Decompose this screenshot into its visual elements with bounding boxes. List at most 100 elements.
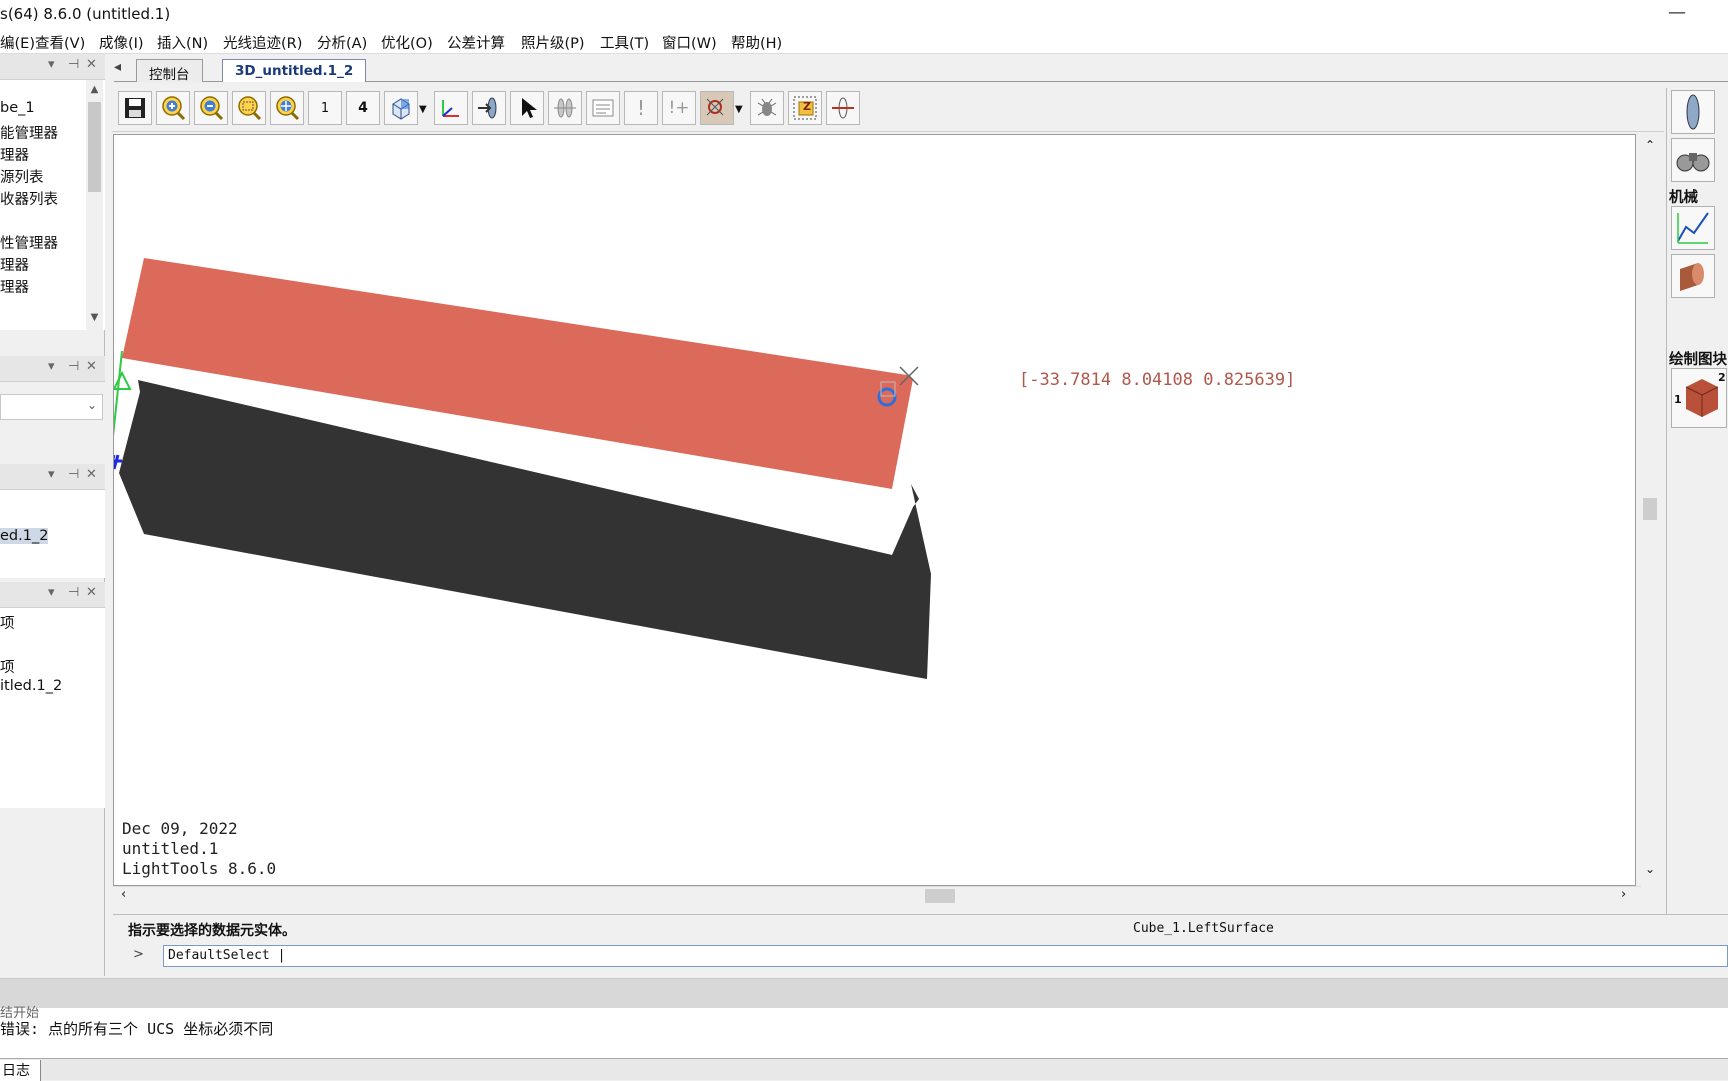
property-dropdown[interactable]: ⌄ — [0, 394, 103, 420]
menu-tolerance[interactable]: 公差计算 — [447, 32, 505, 53]
menu-imaging[interactable]: 成像(I) — [99, 32, 144, 53]
tab-scroll-left-icon[interactable]: ◂ — [114, 59, 121, 75]
chevron-down-icon: ⌄ — [86, 398, 97, 412]
probe-icon[interactable] — [826, 91, 860, 125]
viewport-vertical-scrollbar[interactable]: ⌃ ⌄ — [1641, 134, 1659, 886]
menu-help[interactable]: 帮助(H) — [731, 32, 782, 53]
zoom-z-icon[interactable]: Z — [788, 91, 822, 125]
axis-y-arrow — [114, 370, 132, 390]
close-icon[interactable]: ✕ — [86, 359, 97, 374]
zoom-in-icon[interactable] — [156, 91, 190, 125]
info-date: Dec 09, 2022 — [122, 819, 238, 838]
scroll-right-icon[interactable]: › — [1621, 887, 1626, 902]
pane-menu-icon[interactable]: ▾ — [48, 57, 55, 72]
close-icon[interactable]: ✕ — [86, 585, 97, 600]
menu-photoreal[interactable]: 照片级(P) — [521, 32, 585, 53]
pin-icon[interactable]: ⊣ — [68, 57, 79, 72]
3d-viewport[interactable]: [-33.7814 8.04108 0.825639] Dec 09, 2022… — [113, 134, 1636, 886]
quad-view-button[interactable]: 4 — [346, 91, 380, 125]
scroll-up-icon[interactable]: ⌃ — [1641, 138, 1659, 152]
tab-log[interactable]: 日志 — [0, 1060, 41, 1081]
chevron-down-icon[interactable]: ▼ — [735, 104, 743, 115]
menu-raytrace[interactable]: 光线追迹(R) — [223, 32, 302, 53]
system-navigator-header: ▾ ⊣ ✕ — [0, 54, 105, 80]
pane2-body: ⌄ — [0, 382, 105, 468]
tab-console[interactable]: 控制台 — [136, 59, 203, 83]
info-filename: untitled.1 — [122, 839, 219, 858]
exclamation-icon[interactable]: ! — [624, 91, 658, 125]
tab-3d-view[interactable]: 3D_untitled.1_2 — [222, 59, 367, 82]
tree-scrollbar[interactable]: ▲ ▼ — [86, 80, 103, 330]
tree-item[interactable]: 收器列表 — [0, 188, 58, 209]
select-pointer-icon[interactable] — [510, 91, 544, 125]
tree-item[interactable]: 能管理器 — [0, 122, 58, 143]
menu-optimize[interactable]: 优化(O) — [381, 32, 433, 53]
draw-block-cube-icon[interactable]: 1 2 — [1671, 368, 1727, 428]
list-item[interactable]: itled.1_2 — [0, 678, 62, 694]
bug-icon[interactable] — [750, 91, 784, 125]
scroll-down-icon[interactable]: ▼ — [86, 312, 103, 323]
scroll-down-icon[interactable]: ⌄ — [1641, 862, 1659, 876]
coordinate-readout: [-33.7814 8.04108 0.825639] — [1019, 370, 1296, 390]
pin-icon[interactable]: ⊣ — [68, 467, 79, 482]
viewport-info: Dec 09, 2022 untitled.1 LightTools 8.6.0 — [122, 819, 276, 879]
left-dock: ▾ ⊣ ✕ be_1 能管理器 理器 源列表 收器列表 性管理器 理器 理器 ▲… — [0, 54, 105, 976]
axes-icon[interactable] — [434, 91, 468, 125]
close-icon[interactable]: ✕ — [86, 57, 97, 72]
scroll-left-icon[interactable]: ‹ — [121, 887, 126, 902]
scroll-thumb[interactable] — [1643, 498, 1657, 520]
menu-view[interactable]: 查看(V) — [35, 32, 85, 53]
menu-tools[interactable]: 工具(T) — [600, 32, 649, 53]
z-label: Z — [803, 100, 811, 113]
scroll-thumb[interactable] — [88, 102, 101, 192]
pin-icon[interactable]: ⊣ — [68, 585, 79, 600]
list-item[interactable]: 项 — [0, 656, 15, 677]
menu-window[interactable]: 窗口(W) — [662, 32, 717, 53]
list-item[interactable]: 项 — [0, 612, 15, 633]
tree-item[interactable]: 理器 — [0, 144, 29, 165]
menu-bar: 编(E) 查看(V) 成像(I) 插入(N) 光线追迹(R) 分析(A) 优化(… — [0, 30, 1728, 54]
command-input[interactable]: DefaultSelect | — [163, 945, 1728, 967]
minimize-button[interactable]: — — [1668, 2, 1686, 23]
pane-menu-icon[interactable]: ▾ — [48, 359, 55, 374]
zoom-out-icon[interactable] — [194, 91, 228, 125]
tree-item[interactable]: 理器 — [0, 254, 29, 275]
lens-arrow-icon[interactable] — [472, 91, 506, 125]
window-title: s(64) 8.6.0 (untitled.1) — [0, 5, 171, 23]
ray-trace-icon[interactable] — [700, 91, 734, 125]
pane-menu-icon[interactable]: ▾ — [48, 585, 55, 600]
cylinder-icon[interactable] — [1671, 254, 1715, 298]
menu-edit[interactable]: 编(E) — [0, 32, 35, 53]
tree-item[interactable]: 理器 — [0, 276, 29, 297]
viewport-horizontal-scrollbar[interactable]: ‹ › — [113, 886, 1641, 904]
view-item-selected[interactable]: ed.1_2 — [0, 528, 49, 544]
view-cube-icon[interactable] — [384, 91, 418, 125]
tree-item[interactable]: 源列表 — [0, 166, 44, 187]
tree-item[interactable]: 性管理器 — [0, 232, 58, 253]
pane-menu-icon[interactable]: ▾ — [48, 467, 55, 482]
tree-item[interactable]: be_1 — [0, 100, 35, 116]
text-panel-icon[interactable] — [586, 91, 620, 125]
single-view-button[interactable]: 1 — [308, 91, 342, 125]
close-icon[interactable]: ✕ — [86, 467, 97, 482]
log-line-error: 错误: 点的所有三个 UCS 坐标必须不同 — [0, 1020, 274, 1038]
zoom-extents-icon[interactable] — [270, 91, 304, 125]
binoculars-icon[interactable] — [1671, 138, 1715, 182]
pin-icon[interactable]: ⊣ — [68, 359, 79, 374]
mech-curve-icon[interactable] — [1671, 206, 1715, 250]
exclamation-plus-icon[interactable]: !+ — [662, 91, 696, 125]
menu-insert[interactable]: 插入(N) — [157, 32, 208, 53]
lens-group-icon[interactable] — [548, 91, 582, 125]
selection-status: Cube_1.LeftSurface — [1133, 921, 1274, 936]
scene-canvas[interactable] — [114, 135, 1635, 885]
scroll-thumb[interactable] — [925, 889, 955, 903]
cube-label-1: 1 — [1674, 393, 1682, 406]
lens-tool-icon[interactable] — [1671, 90, 1715, 134]
command-chevron-icon: > — [133, 947, 144, 962]
save-icon[interactable] — [118, 91, 152, 125]
menu-analysis[interactable]: 分析(A) — [317, 32, 367, 53]
cube-label-2: 2 — [1718, 371, 1726, 384]
scroll-up-icon[interactable]: ▲ — [86, 84, 103, 95]
chevron-down-icon[interactable]: ▼ — [419, 104, 427, 115]
zoom-window-icon[interactable] — [232, 91, 266, 125]
